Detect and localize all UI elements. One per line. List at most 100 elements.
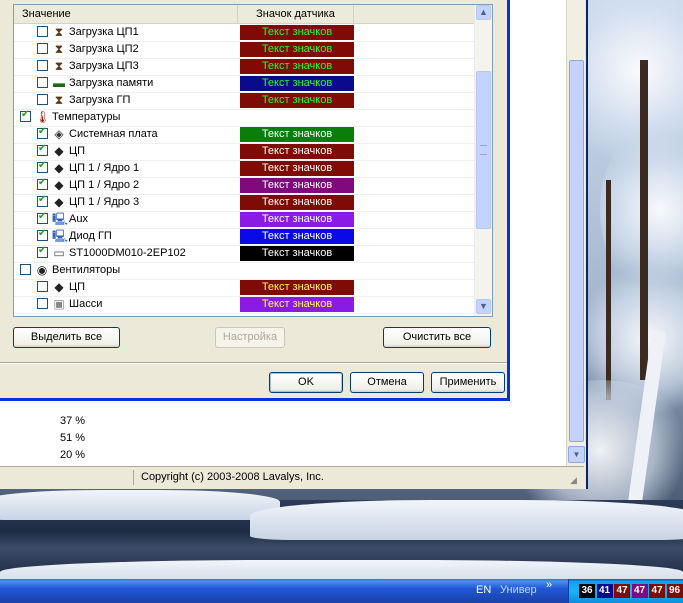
sensor-row[interactable]: ◆ ЦП Текст значков xyxy=(14,143,474,161)
sensor-row[interactable]: ▣ Шасси Текст значков xyxy=(14,296,474,314)
sensor-row[interactable]: 🌡Температуры xyxy=(14,109,474,127)
sensor-checkbox[interactable] xyxy=(37,26,48,37)
sensor-list[interactable]: Значение Значок датчика ⧗ Загрузка ЦП1 Тек… xyxy=(13,4,493,317)
sensor-label: Системная плата xyxy=(69,128,158,140)
memory-icon: ▬ xyxy=(53,76,65,90)
tray-sensor-icon[interactable]: 41 xyxy=(596,584,613,598)
clear-all-button[interactable]: Очистить все xyxy=(383,327,491,348)
sensor-checkbox[interactable] xyxy=(37,211,48,224)
sensor-label: Температуры xyxy=(52,111,121,123)
sensor-badge-preview[interactable]: Текст значков xyxy=(240,246,354,261)
cpu-icon: ◆ xyxy=(54,280,64,294)
sensor-label: Загрузка памяти xyxy=(69,77,154,89)
sensor-label: Вентиляторы xyxy=(52,264,121,276)
sensor-row[interactable]: ⧗ Загрузка ЦП2 Текст значков xyxy=(14,41,474,59)
tray-sensor-icon[interactable]: 36 xyxy=(579,584,595,598)
sensor-row[interactable]: ◈ Системная плата Текст значков xyxy=(14,126,474,144)
scrollbar-thumb[interactable] xyxy=(476,71,491,229)
sensor-row[interactable]: 🖳Диод ГП Текст значков xyxy=(14,228,474,246)
sensor-badge-preview[interactable]: Текст значков xyxy=(240,161,354,176)
tray-sensor-icon[interactable]: 47 xyxy=(649,584,665,598)
sensor-row[interactable]: 🖳Aux Текст значков xyxy=(14,211,474,229)
background-scrollbar[interactable]: ▼ xyxy=(566,0,585,466)
sensor-badge-preview[interactable]: Текст значков xyxy=(240,127,354,142)
sensor-badge-preview[interactable]: Текст значков xyxy=(240,42,354,57)
computer-icon: 🖳 xyxy=(52,212,69,226)
tray-sensor-icon[interactable]: 96 xyxy=(666,584,683,598)
sensor-row[interactable]: ▭ ST1000DM010-2EP102 Текст значков xyxy=(14,245,474,263)
ok-button[interactable]: OK xyxy=(269,372,343,393)
sensor-badge-preview[interactable]: Текст значков xyxy=(240,59,354,74)
sensor-checkbox[interactable] xyxy=(37,126,48,139)
sensor-badge-preview[interactable]: Текст значков xyxy=(240,195,354,210)
sensor-checkbox[interactable] xyxy=(37,228,48,241)
column-header-value[interactable]: Значение xyxy=(14,5,238,23)
sensor-row[interactable]: ◆ ЦП Текст значков xyxy=(14,279,474,297)
percent-value: 37 % xyxy=(60,415,86,427)
sensor-row[interactable]: ⧗ Загрузка ЦП3 Текст значков xyxy=(14,58,474,76)
motherboard-icon: ◈ xyxy=(54,127,64,141)
sensor-checkbox[interactable] xyxy=(37,77,48,88)
percent-value: 51 % xyxy=(60,432,86,444)
sensor-badge-preview[interactable]: Текст значков xyxy=(240,178,354,193)
scroll-up-icon[interactable]: ▲ xyxy=(476,5,491,20)
sensor-badge-preview[interactable]: Текст значков xyxy=(240,144,354,159)
sensor-row[interactable]: ▬ Загрузка памяти Текст значков xyxy=(14,75,474,93)
sensor-row[interactable]: ⧗ Загрузка ЦП1 Текст значков xyxy=(14,24,474,42)
sensor-badge-preview[interactable]: Текст значков xyxy=(240,297,354,312)
cancel-button[interactable]: Отмена xyxy=(350,372,424,393)
settings-button[interactable]: Настройка xyxy=(215,327,285,348)
sensor-badge-preview[interactable]: Текст значков xyxy=(240,25,354,40)
scrollbar-thumb[interactable] xyxy=(569,60,584,442)
sensor-checkbox[interactable] xyxy=(20,264,31,275)
chassis-icon: ▣ xyxy=(53,297,65,311)
sensor-badge-preview[interactable]: Текст значков xyxy=(240,76,354,91)
divider xyxy=(0,362,507,364)
toolbar-chevron-icon[interactable]: » xyxy=(546,579,552,591)
apply-button[interactable]: Применить xyxy=(431,372,505,393)
percent-value: 20 % xyxy=(60,449,86,461)
scroll-down-icon[interactable]: ▼ xyxy=(568,446,585,463)
sensor-checkbox[interactable] xyxy=(37,194,48,207)
sensor-checkbox[interactable] xyxy=(20,109,31,122)
sensor-label: ЦП 1 / Ядро 2 xyxy=(69,179,140,191)
sensor-row[interactable]: ◉ Вентиляторы xyxy=(14,262,474,280)
select-all-button[interactable]: Выделить все xyxy=(13,327,120,348)
hdd-icon: ▭ xyxy=(53,246,65,260)
sensor-checkbox[interactable] xyxy=(37,43,48,54)
column-header-badge[interactable]: Значок датчика xyxy=(238,5,354,23)
cpu-icon: ◆ xyxy=(54,195,64,209)
sensor-checkbox[interactable] xyxy=(37,94,48,105)
sensor-checkbox[interactable] xyxy=(37,281,48,292)
tray-sensor-icon[interactable]: 47 xyxy=(631,584,648,598)
sensor-label: Загрузка ЦП1 xyxy=(69,26,139,38)
resize-grip-icon[interactable]: ◢ xyxy=(570,475,580,485)
fan-icon: ◉ xyxy=(36,263,48,277)
taskbar: EN Универ » 36 41 47 47 47 96 xyxy=(0,579,683,603)
sensor-checkbox[interactable] xyxy=(37,245,48,258)
sensor-checkbox[interactable] xyxy=(37,60,48,71)
scroll-down-icon[interactable]: ▼ xyxy=(476,299,491,314)
language-indicator[interactable]: EN xyxy=(476,584,491,596)
cpu-icon: ◆ xyxy=(54,161,64,175)
sensor-badge-preview[interactable]: Текст значков xyxy=(240,93,354,108)
sensor-checkbox[interactable] xyxy=(37,160,48,173)
tray-sensor-icon[interactable]: 47 xyxy=(614,584,630,598)
taskbar-user[interactable]: Универ xyxy=(500,584,537,596)
sensor-row[interactable]: ◆ ЦП 1 / Ядро 2 Текст значков xyxy=(14,177,474,195)
sensor-checkbox[interactable] xyxy=(37,298,48,309)
sensor-row[interactable]: ◆ ЦП 1 / Ядро 1 Текст значков xyxy=(14,160,474,178)
sensor-label: ЦП xyxy=(69,145,86,157)
sensor-row[interactable]: ◆ ЦП 1 / Ядро 3 Текст значков xyxy=(14,194,474,212)
sensor-badge-preview[interactable]: Текст значков xyxy=(240,229,354,244)
sensor-checkbox[interactable] xyxy=(37,177,48,190)
copyright-text: Copyright (c) 2003-2008 Lavalys, Inc. xyxy=(141,471,324,483)
sensor-badge-preview[interactable]: Текст значков xyxy=(240,212,354,227)
sensor-checkbox[interactable] xyxy=(37,143,48,156)
sensor-badge-preview[interactable]: Текст значков xyxy=(240,280,354,295)
cpu-icon: ◆ xyxy=(54,144,64,158)
hourglass-icon: ⧗ xyxy=(54,59,64,73)
list-scrollbar[interactable]: ▲ ▼ xyxy=(474,5,492,316)
list-header: Значение Значок датчика xyxy=(14,5,474,24)
sensor-row[interactable]: ⧗ Загрузка ГП Текст значков xyxy=(14,92,474,110)
